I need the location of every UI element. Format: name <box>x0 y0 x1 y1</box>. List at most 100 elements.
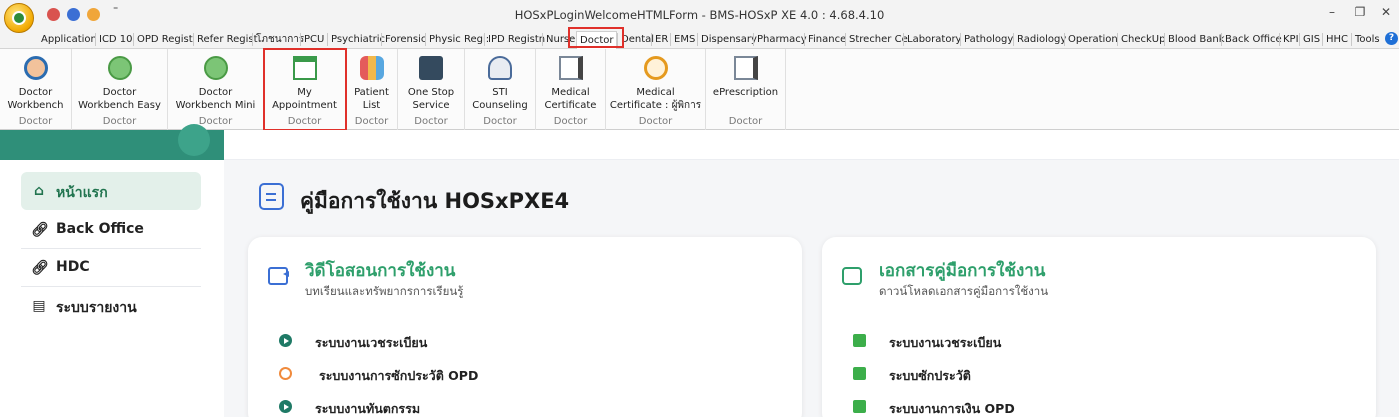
link-icon: 🔗︎ <box>31 260 49 276</box>
group-label: Doctor <box>198 116 233 127</box>
sidebar-header <box>0 124 224 160</box>
tab-pcu[interactable]: PCU <box>300 33 324 46</box>
tab-nutrition[interactable]: โภชนาการ <box>252 33 304 46</box>
tab-pathology[interactable]: Pathology <box>960 33 1013 46</box>
one-stop-service-button[interactable]: One Stop Service Doctor <box>398 49 465 130</box>
document-icon <box>842 267 862 285</box>
button-label-line1: Medical <box>551 87 590 98</box>
button-label-line2: Certificate : ผู้พิการ <box>609 100 702 111</box>
button-label-line2: Workbench Mini <box>175 100 256 111</box>
doctor-workbench-button[interactable]: Doctor Workbench Doctor <box>0 49 72 130</box>
link-icon: 🔗︎ <box>31 222 49 238</box>
ribbon-tab-row: Application ICD 10 OPD Regist Refer Regi… <box>0 30 1399 49</box>
wheelchair-icon <box>643 56 668 80</box>
play-icon <box>279 400 292 413</box>
home-icon: ⌂ <box>33 183 45 199</box>
tab-tools[interactable]: Tools <box>1351 33 1380 46</box>
video-item-label: ระบบงานทันตกรรม <box>315 401 421 416</box>
tab-kpi[interactable]: KPI <box>1279 33 1299 46</box>
doctor-workbench-easy-button[interactable]: Doctor Workbench Easy Doctor <box>72 49 168 130</box>
sti-counseling-button[interactable]: STI Counseling Doctor <box>465 49 536 130</box>
sidebar-item-hdc[interactable]: 🔗︎ HDC <box>21 249 201 287</box>
group-label: Doctor <box>414 116 448 127</box>
video-icon <box>268 267 289 285</box>
button-label-line1: Medical <box>636 87 675 98</box>
help-icon[interactable]: ? <box>1385 32 1398 45</box>
button-label-line1: Patient <box>354 87 389 98</box>
tab-er[interactable]: ER <box>651 33 668 46</box>
tab-forensic[interactable]: Forensic <box>381 33 426 46</box>
tab-operation[interactable]: Operation <box>1064 33 1118 46</box>
report-icon: ▤ <box>32 298 46 314</box>
doctor-tab-highlight <box>568 27 624 48</box>
document-item-label: ระบบงานเวชระเบียน <box>889 335 1002 350</box>
tab-ems[interactable]: EMS <box>670 33 695 46</box>
document-card-title: เอกสารคู่มือการใช้งาน <box>879 261 1046 281</box>
group-label: Doctor <box>553 116 588 127</box>
document-item-label: ระบบงานการเงิน OPD <box>889 401 1015 416</box>
certificate-icon <box>558 56 583 80</box>
ribbon-panel: Doctor Workbench Doctor Doctor Workbench E… <box>0 49 1399 130</box>
pdf-icon <box>853 334 866 347</box>
sidebar-item-back-office[interactable]: 🔗︎ Back Office <box>21 211 201 249</box>
tab-psychiatric[interactable]: Psychiatric <box>327 33 385 46</box>
video-card-title: วิดีโอสอนการใช้งาน <box>305 261 456 281</box>
eprescription-button[interactable]: ePrescription Doctor <box>706 49 786 130</box>
manual-icon <box>259 183 284 210</box>
medical-certificate-button[interactable]: Medical Certificate Doctor <box>536 49 606 130</box>
group-label: Doctor <box>18 116 53 127</box>
sidebar: ⌂ หน้าแรก 🔗︎ Back Office 🔗︎ HDC ▤ ระบบรา… <box>0 160 224 417</box>
group-label: Doctor <box>483 116 517 127</box>
page-title: คู่มือการใช้งาน HOSxPXE4 <box>300 189 570 213</box>
tab-back-office[interactable]: Back Office <box>1221 33 1282 46</box>
app-menu-button[interactable] <box>4 3 34 33</box>
close-button[interactable]: ✕ <box>1376 5 1396 19</box>
tab-gis[interactable]: GIS <box>1299 33 1320 46</box>
sidebar-item-label: Back Office <box>56 221 144 237</box>
play-icon <box>279 334 292 347</box>
doctor-workbench-mini-button[interactable]: Doctor Workbench Mini Doctor <box>168 49 264 130</box>
group-label: Doctor <box>728 116 763 127</box>
button-label-line2: Certificate <box>544 100 597 111</box>
group-label: Doctor <box>354 116 389 127</box>
tab-checkup[interactable]: CheckUp <box>1117 33 1165 46</box>
sidebar-item-home[interactable]: ⌂ หน้าแรก <box>21 172 201 210</box>
user-avatar[interactable] <box>178 124 210 156</box>
button-label-line2: Service <box>412 100 450 111</box>
tab-opd-regist[interactable]: OPD Regist <box>133 33 193 46</box>
my-appointment-highlight <box>263 48 347 131</box>
title-bar: ⁼ HOSxPLoginWelcomeHTMLForm - BMS-HOSxP … <box>0 0 1399 33</box>
doctor-easy-icon <box>107 56 132 80</box>
button-label-line1: STI <box>492 87 508 98</box>
button-label-line1: ePrescription <box>712 87 779 98</box>
restore-button[interactable]: ❐ <box>1350 5 1370 19</box>
link-icon <box>276 364 295 383</box>
tab-radiology[interactable]: Radiology <box>1013 33 1066 46</box>
tab-pharmacy[interactable]: Pharmacy <box>753 33 807 46</box>
tab-dispensary[interactable]: Dispensary <box>697 33 757 46</box>
tab-application[interactable]: Application <box>38 33 97 46</box>
doctor-icon <box>23 56 48 80</box>
patient-list-button[interactable]: Patient List Doctor <box>346 49 398 130</box>
tab-refer-regist[interactable]: Refer Regist <box>193 33 258 46</box>
button-label-line2: Workbench Easy <box>78 100 161 111</box>
group-label: Doctor <box>638 116 673 127</box>
document-item-label: ระบบซักประวัติ <box>889 368 971 383</box>
tab-blood-bank[interactable]: Blood Bank <box>1164 33 1225 46</box>
button-label-line2: List <box>362 100 381 111</box>
document-card-subtitle: ดาวน์โหลดเอกสารคู่มือการใช้งาน <box>879 284 1049 298</box>
tab-finance[interactable]: Finance <box>804 33 846 46</box>
tab-icd10[interactable]: ICD 10 <box>95 33 133 46</box>
document-card: เอกสารคู่มือการใช้งาน ดาวน์โหลดเอกสารคู่… <box>822 237 1376 417</box>
tab-physic-regist[interactable]: Physic Regi: <box>425 33 489 46</box>
pdf-icon <box>853 400 866 413</box>
medical-certificate-disabled-button[interactable]: Medical Certificate : ผู้พิการ Doctor <box>606 49 706 130</box>
tab-ipd-regist[interactable]: IPD Registn <box>484 33 545 46</box>
tab-laboratory[interactable]: Laboratory <box>903 33 961 46</box>
patient-group-icon <box>359 56 384 80</box>
sidebar-item-reports[interactable]: ▤ ระบบรายงาน <box>21 287 201 325</box>
minimize-button[interactable]: – <box>1322 5 1342 19</box>
video-card: วิดีโอสอนการใช้งาน บทเรียนและทรัพยากรการ… <box>248 237 802 417</box>
tab-hhc[interactable]: HHC <box>1322 33 1348 46</box>
tab-strecher-center[interactable]: Strecher Ce <box>845 33 908 46</box>
